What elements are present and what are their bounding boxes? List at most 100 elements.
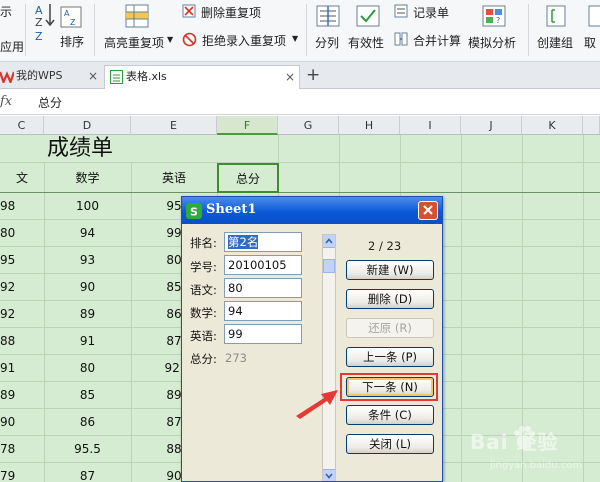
- split-columns-icon: [316, 5, 340, 27]
- data-cell[interactable]: 86: [44, 409, 131, 436]
- close-icon[interactable]: ×: [88, 65, 98, 87]
- ribbon-divider: [94, 4, 95, 56]
- record-form-button[interactable]: 记录单: [393, 2, 457, 22]
- close-icon[interactable]: ×: [285, 66, 295, 88]
- column-header-k[interactable]: K: [522, 116, 583, 135]
- data-cell[interactable]: 92: [0, 274, 15, 301]
- dialog-title-bar[interactable]: S Sheet1: [182, 197, 442, 224]
- delete-duplicates-icon: [182, 4, 196, 18]
- data-cell[interactable]: 87: [44, 463, 131, 482]
- spreadsheet-file-icon: [110, 70, 123, 84]
- dialog-title: Sheet1: [206, 202, 257, 217]
- what-if-analysis-icon: ?: [482, 5, 506, 27]
- data-cell[interactable]: 91: [0, 355, 15, 382]
- column-header-h[interactable]: H: [339, 116, 400, 135]
- column-header-e[interactable]: E: [131, 116, 217, 135]
- column-header-g[interactable]: G: [278, 116, 339, 135]
- svg-text:Z: Z: [70, 18, 76, 27]
- dialog-close-button[interactable]: [418, 201, 438, 220]
- student-id-input[interactable]: 20100105: [224, 255, 302, 275]
- tab-spreadsheet[interactable]: 表格.xls ×: [104, 65, 300, 89]
- delete-duplicates-button[interactable]: 删除重复项: [181, 2, 271, 22]
- what-if-analysis-button[interactable]: ? 模拟分析: [466, 2, 522, 58]
- delete-record-button[interactable]: 删除 (D): [346, 289, 434, 309]
- column-header-f[interactable]: F: [217, 116, 278, 135]
- previous-record-button[interactable]: 上一条 (P): [346, 347, 434, 367]
- header-cell[interactable]: 英语: [131, 164, 217, 191]
- record-form-label: 记录单: [413, 6, 450, 20]
- new-tab-plus-icon[interactable]: +: [306, 65, 320, 85]
- sort-az-icon: A Z Z: [35, 4, 55, 42]
- new-record-button[interactable]: 新建 (W): [346, 260, 434, 280]
- data-cell[interactable]: 100: [44, 193, 131, 220]
- sheet-title: 成绩单: [47, 136, 114, 161]
- criteria-button[interactable]: 条件 (C): [346, 405, 434, 425]
- data-cell[interactable]: 89: [0, 382, 15, 409]
- english-input[interactable]: 99: [224, 324, 302, 344]
- rank-input[interactable]: 第2名: [224, 232, 302, 252]
- sort-label: 排序: [60, 35, 85, 49]
- data-cell[interactable]: 88: [0, 328, 15, 355]
- column-header-c[interactable]: C: [0, 116, 44, 135]
- scroll-down-button[interactable]: [323, 469, 335, 481]
- column-header-l[interactable]: [583, 116, 600, 135]
- column-header-d[interactable]: D: [44, 116, 131, 135]
- fx-icon: fx: [0, 94, 13, 109]
- wps-sheet-app-icon: S: [186, 203, 202, 219]
- active-cell-total[interactable]: 总分: [217, 163, 279, 193]
- data-cell[interactable]: 98: [0, 193, 15, 220]
- record-form-icon: [394, 4, 408, 18]
- scroll-thumb[interactable]: [323, 259, 335, 273]
- column-header-j[interactable]: J: [461, 116, 522, 135]
- data-cell[interactable]: 79: [0, 463, 15, 482]
- highlight-duplicates-button[interactable]: 高亮重复项 ▼: [100, 2, 174, 58]
- data-cell[interactable]: 78: [0, 436, 15, 463]
- record-scrollbar[interactable]: [322, 234, 336, 481]
- svg-text:Z: Z: [35, 30, 43, 42]
- data-cell[interactable]: 95: [0, 247, 15, 274]
- data-cell[interactable]: 80: [44, 355, 131, 382]
- cancel-group-label: 取: [584, 36, 597, 50]
- chinese-input[interactable]: 80: [224, 278, 302, 298]
- sort-button[interactable]: A Z Z A Z 排序: [30, 2, 88, 58]
- document-tab-bar: 我的WPS × 表格.xls × +: [0, 62, 600, 89]
- data-cell[interactable]: 94: [44, 220, 131, 247]
- delete-duplicates-label: 删除重复项: [201, 6, 262, 20]
- ribbon-divider: [306, 4, 307, 56]
- record-form-dialog: S Sheet1 排名: 第2名 学号: 20100105 语文: 80 数学:…: [181, 196, 443, 482]
- math-input[interactable]: 94: [224, 301, 302, 321]
- data-cell[interactable]: 92: [0, 301, 15, 328]
- highlight-duplicates-icon: [125, 4, 149, 28]
- data-cell[interactable]: 93: [44, 247, 131, 274]
- total-value: 273: [225, 351, 247, 365]
- merge-calculation-icon: [394, 32, 408, 46]
- header-cell[interactable]: 数学: [44, 164, 131, 191]
- close-dialog-button[interactable]: 关闭 (L): [346, 434, 434, 454]
- reject-duplicate-entry-button[interactable]: 拒绝录入重复项 ▼: [181, 30, 301, 50]
- data-cell[interactable]: 91: [44, 328, 131, 355]
- restore-record-button[interactable]: 还原 (R): [346, 318, 434, 338]
- formula-input[interactable]: 总分: [38, 94, 62, 111]
- create-group-button[interactable]: 创建组: [534, 2, 578, 58]
- data-cell[interactable]: 80: [0, 220, 15, 247]
- next-button-highlight-frame: [340, 373, 438, 401]
- tab-my-wps[interactable]: 我的WPS ×: [0, 65, 104, 89]
- cancel-group-button[interactable]: 取: [582, 2, 600, 58]
- data-cell[interactable]: 90: [44, 274, 131, 301]
- ribbon-divider: [528, 4, 529, 56]
- record-counter: 2 / 23: [368, 239, 402, 253]
- split-columns-button[interactable]: 分列: [311, 2, 345, 58]
- data-cell[interactable]: 90: [0, 409, 15, 436]
- validity-icon: [356, 5, 380, 27]
- data-cell[interactable]: 95.5: [44, 436, 131, 463]
- validity-label: 有效性: [348, 36, 385, 50]
- dropdown-arrow-icon: ▼: [167, 35, 174, 44]
- data-cell[interactable]: 85: [44, 382, 131, 409]
- column-header-i[interactable]: I: [400, 116, 461, 135]
- header-cell[interactable]: 文: [0, 164, 44, 191]
- data-cell[interactable]: 89: [44, 301, 131, 328]
- scroll-up-button[interactable]: [323, 235, 335, 248]
- validity-button[interactable]: 有效性: [347, 2, 389, 58]
- merge-calculation-button[interactable]: 合并计算: [393, 30, 463, 50]
- ribbon-divider: [25, 4, 26, 56]
